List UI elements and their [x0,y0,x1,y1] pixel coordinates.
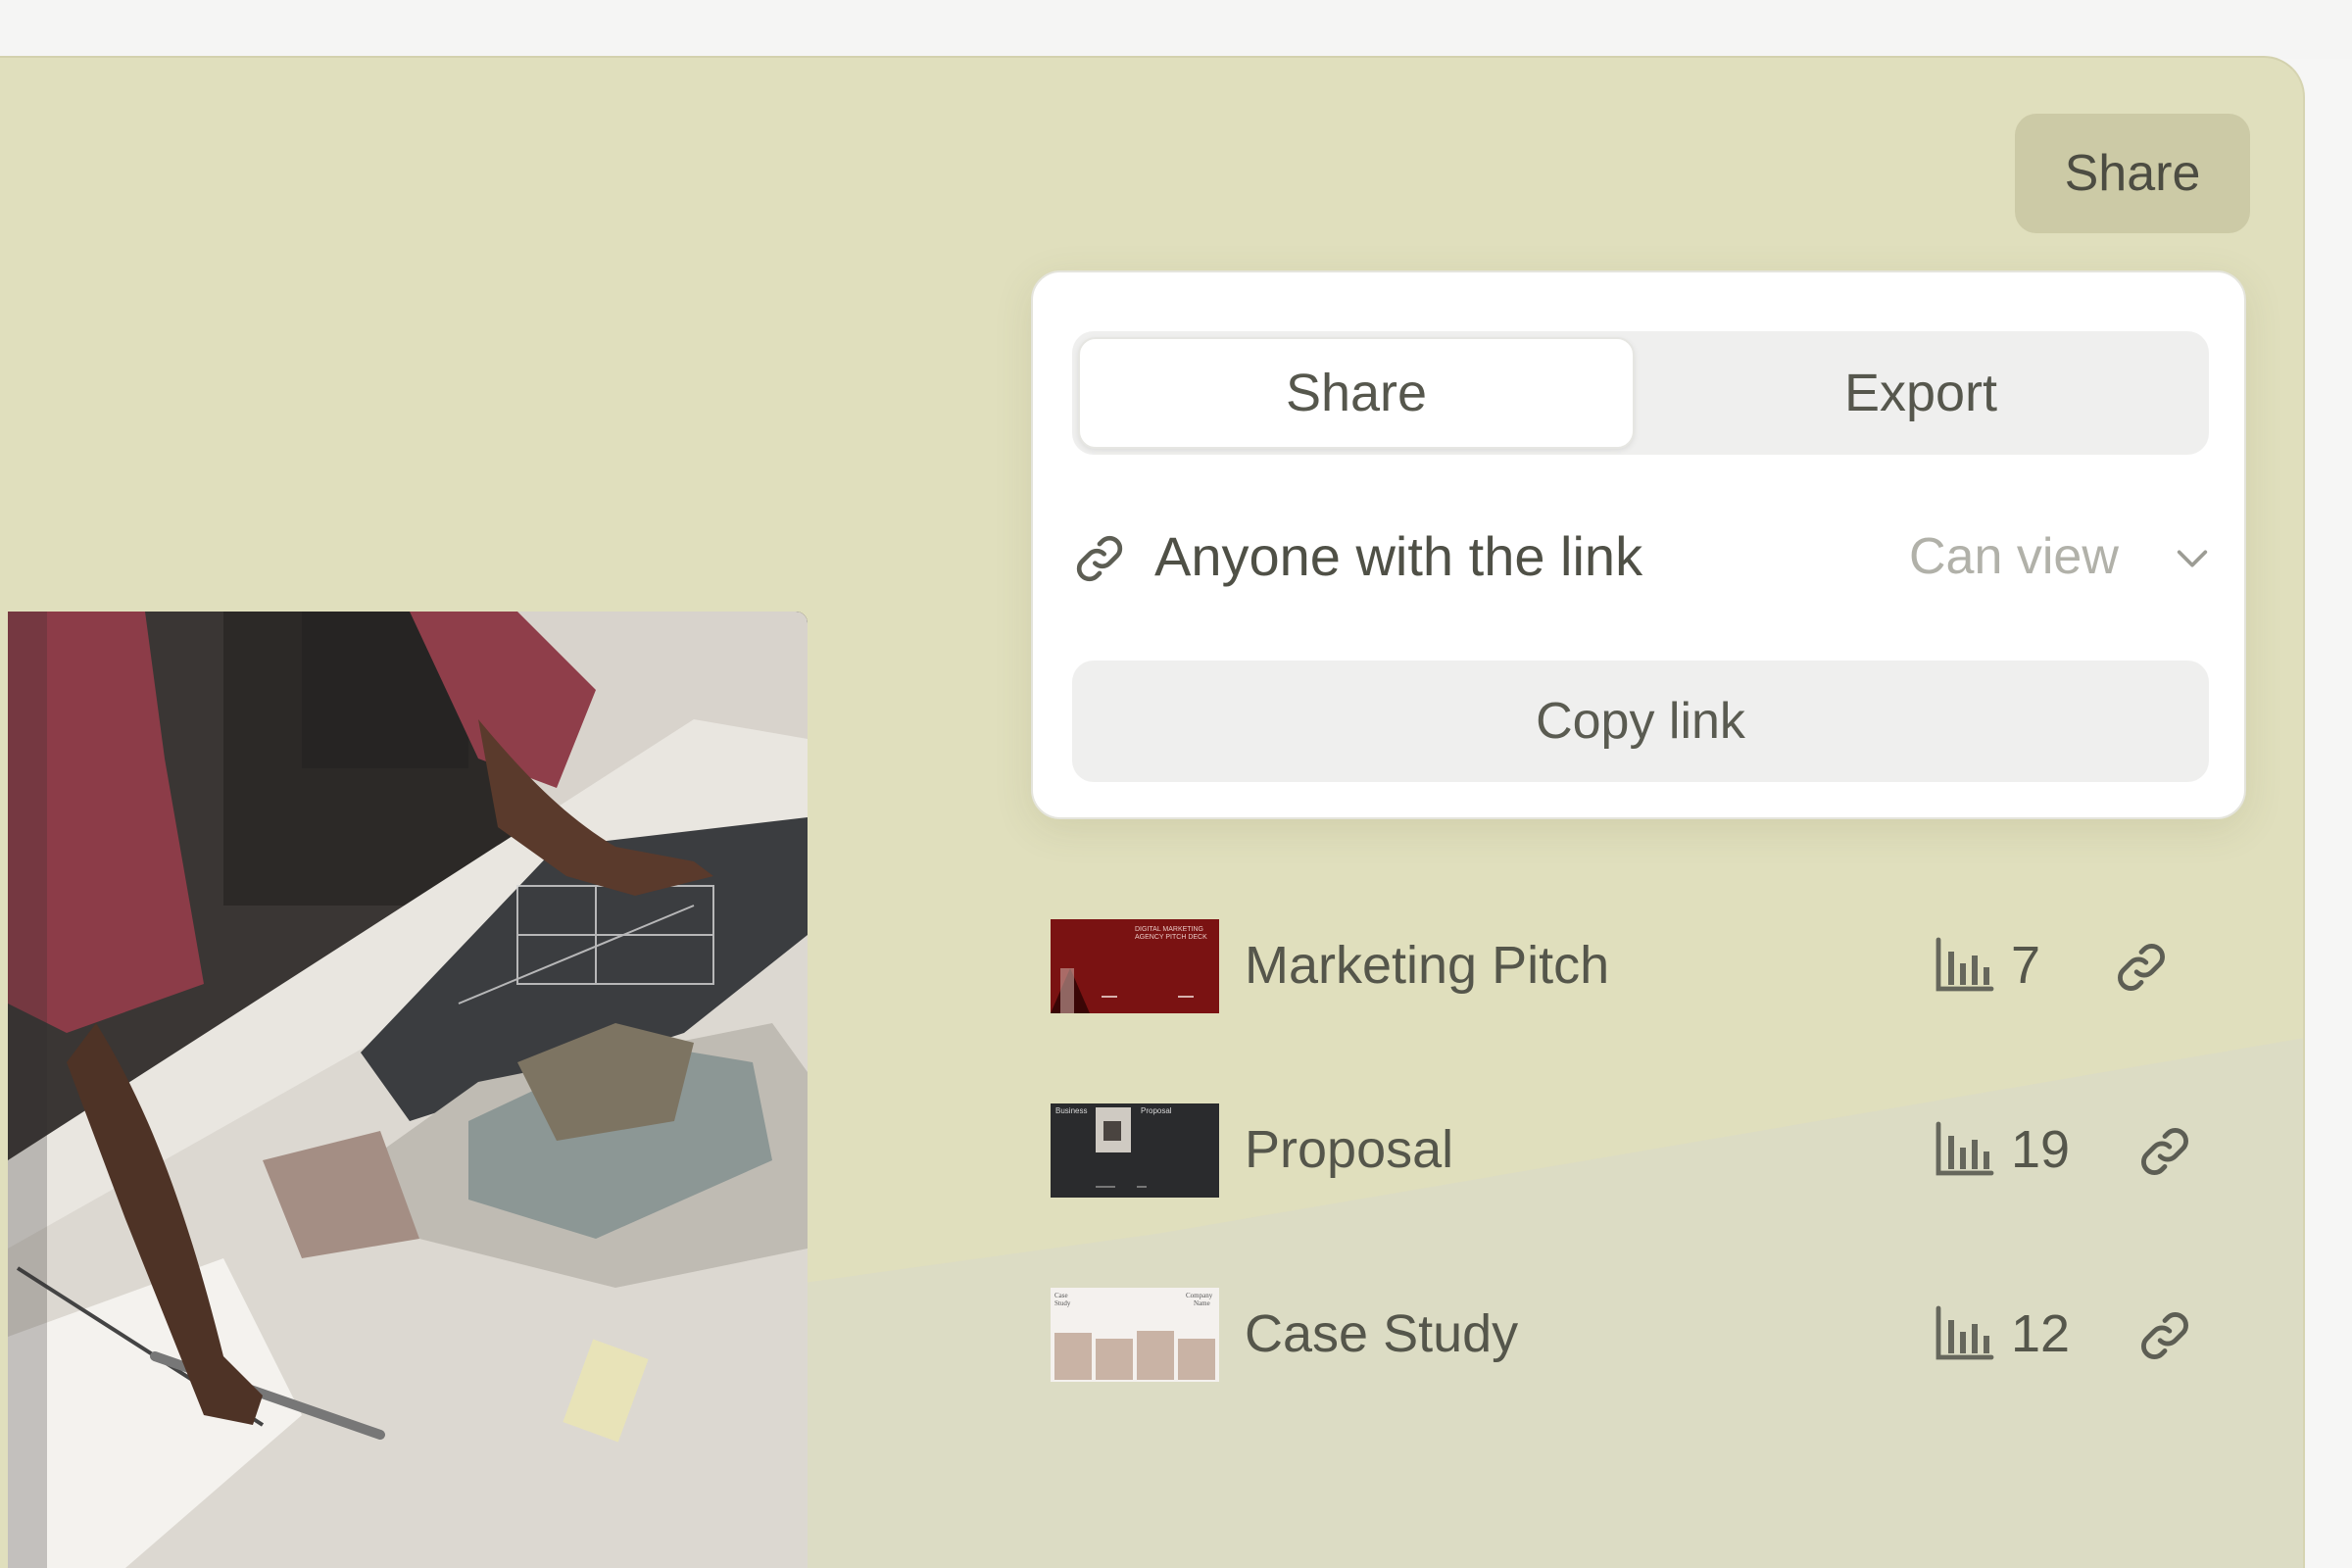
link-icon[interactable] [2136,1307,2193,1364]
view-count: 12 [2011,1304,2071,1363]
svg-text:Company: Company [1186,1292,1213,1299]
list-item[interactable]: DIGITAL MARKETING AGENCY PITCH DECK Mark… [1051,919,2207,1017]
svg-text:DIGITAL MARKETING: DIGITAL MARKETING [1135,926,1203,933]
link-access-row: Anyone with the link Can view [1072,517,2209,596]
link-icon [1076,535,1123,582]
view-count: 7 [2011,936,2041,995]
svg-text:Study: Study [1054,1299,1071,1307]
share-popover: Share Export Anyone with the link Can vi… [1031,270,2246,819]
tab-share[interactable]: Share [1078,337,1635,449]
permission-select[interactable]: Can view [1909,523,2119,590]
svg-text:Case: Case [1054,1292,1068,1299]
document-thumbnail: DIGITAL MARKETING AGENCY PITCH DECK [1051,919,1219,1013]
share-button[interactable]: Share [2015,114,2250,233]
svg-text:Proposal: Proposal [1141,1106,1172,1115]
analytics-icon[interactable] [1933,1117,1995,1182]
document-title[interactable]: Proposal [1245,1115,1453,1184]
svg-text:Business: Business [1055,1106,1087,1115]
list-item[interactable]: Business Proposal Proposal 19 [1051,1103,2207,1201]
copy-link-button[interactable]: Copy link [1072,661,2209,782]
architect-photo-image [8,612,808,1568]
link-icon[interactable] [2113,939,2170,996]
window-top-bar [0,0,2352,59]
workspace-photo [8,612,808,1568]
link-icon[interactable] [2136,1123,2193,1180]
document-title[interactable]: Case Study [1245,1299,1518,1368]
document-title[interactable]: Marketing Pitch [1245,931,1609,1000]
document-thumbnail: Business Proposal [1051,1103,1219,1198]
analytics-icon[interactable] [1933,933,1995,998]
svg-text:AGENCY PITCH DECK: AGENCY PITCH DECK [1135,934,1207,941]
analytics-icon[interactable] [1933,1301,1995,1366]
list-item[interactable]: Case Study Company Name Case Study 12 [1051,1288,2207,1386]
svg-text:Name: Name [1194,1299,1210,1307]
view-count: 19 [2011,1120,2071,1179]
tab-export[interactable]: Export [1639,337,2203,449]
chevron-down-icon[interactable] [2168,539,2217,578]
access-label: Anyone with the link [1154,525,1643,587]
tab-switcher: Share Export [1072,331,2209,455]
document-thumbnail: Case Study Company Name [1051,1288,1219,1382]
